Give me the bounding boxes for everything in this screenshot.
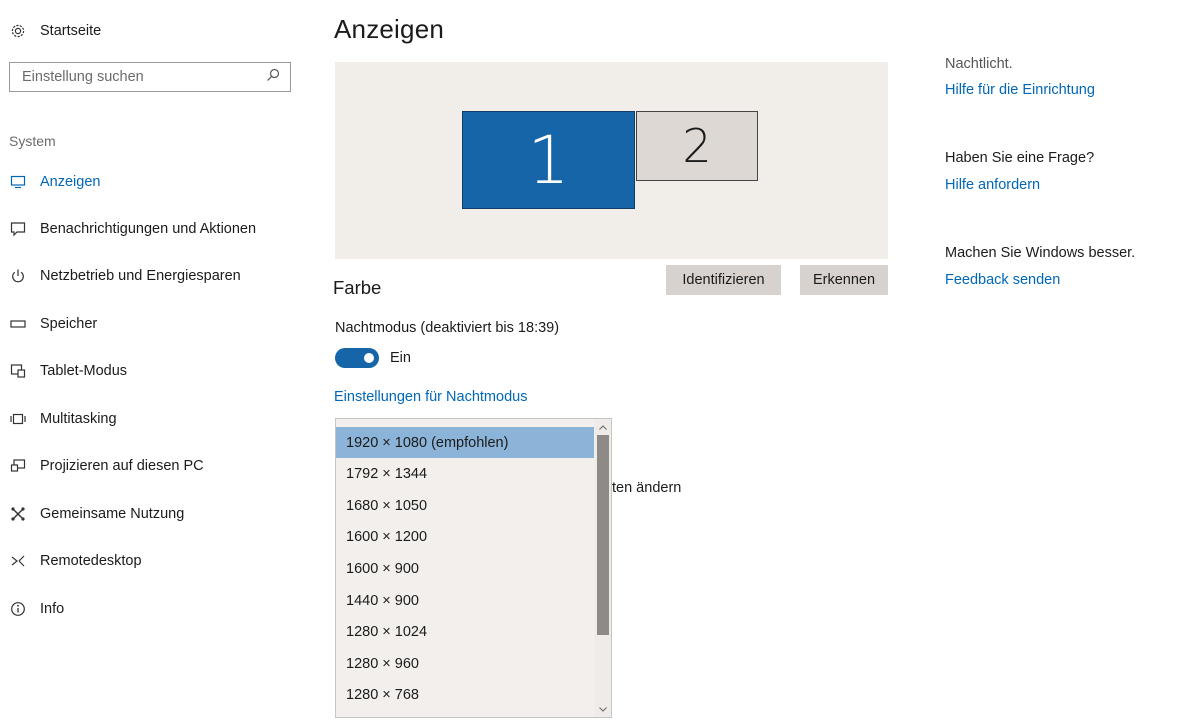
scroll-thumb[interactable] [597,435,609,635]
sidebar-item-benachrichtigungen[interactable]: Benachrichtigungen und Aktionen [8,217,256,241]
resolution-option[interactable]: 1680 × 1050 [336,490,594,521]
sidebar-item-label: Info [40,601,65,617]
sidebar-item-remotedesktop[interactable]: Remotedesktop [8,549,142,573]
resolution-option[interactable]: 1280 × 768 [336,679,594,710]
sidebar-item-netzbetrieb[interactable]: Netzbetrieb und Energiesparen [8,264,241,288]
sidebar-home-label: Startseite [40,23,102,39]
resolution-option[interactable]: 1440 × 900 [336,585,594,616]
question-text: Haben Sie eine Frage? [945,150,1095,166]
storage-icon [8,314,28,334]
resolution-option[interactable]: 1920 × 1080 (empfohlen) [336,427,594,458]
improve-windows-text: Machen Sie Windows besser. [945,245,1136,261]
remote-desktop-icon [8,551,28,571]
toggle-knob [364,353,374,363]
monitor-1-label: 1 [527,121,570,199]
resolution-option[interactable]: 1600 × 1200 [336,521,594,552]
sidebar-item-tablet-modus[interactable]: Tablet-Modus [8,359,127,383]
sidebar-item-label: Projizieren auf diesen PC [40,458,204,474]
monitor-2-label: 2 [682,119,712,173]
resolution-dropdown-list[interactable]: 1920 × 1080 (empfohlen) 1792 × 1344 1680… [335,418,612,718]
sidebar-item-label: Multitasking [40,411,117,427]
get-help-link[interactable]: Hilfe anfordern [945,177,1040,193]
resolution-option[interactable]: 1792 × 1344 [336,458,594,489]
sidebar-item-label: Benachrichtigungen und Aktionen [40,221,257,237]
tablet-mode-icon [8,361,28,381]
sidebar-item-label: Anzeigen [40,174,101,190]
multitasking-icon [8,409,28,429]
sidebar-item-label: Remotedesktop [40,553,142,569]
detect-button[interactable]: Erkennen [800,265,888,295]
scroll-up-icon[interactable] [595,420,611,434]
resolution-option[interactable]: 1600 × 900 [336,553,594,584]
sidebar-item-label: Speicher [40,316,98,332]
search-placeholder: Einstellung suchen [22,69,144,85]
search-icon[interactable] [266,68,280,86]
sidebar-item-label: Gemeinsame Nutzung [40,506,185,522]
page-title: Anzeigen [334,14,445,44]
info-icon [8,599,28,619]
search-input[interactable]: Einstellung suchen [9,62,291,92]
dropdown-scrollbar[interactable] [595,419,611,717]
color-heading: Farbe [333,277,382,298]
sidebar-item-label: Tablet-Modus [40,363,128,379]
notification-icon [8,219,28,239]
night-light-text: Nachtlicht. [945,56,1013,72]
sidebar-item-gemeinsame-nutzung[interactable]: Gemeinsame Nutzung [8,502,184,526]
resolution-option[interactable]: 1280 × 1024 [336,616,594,647]
sidebar-item-anzeigen[interactable]: Anzeigen [8,170,100,194]
night-mode-toggle[interactable] [335,348,379,368]
project-icon [8,456,28,476]
monitor-2[interactable]: 2 [636,111,758,181]
monitor-icon [8,172,28,192]
sidebar-item-projizieren[interactable]: Projizieren auf diesen PC [8,454,204,478]
feedback-link[interactable]: Feedback senden [945,272,1060,288]
share-icon [8,504,28,524]
sidebar-item-label: Netzbetrieb und Energiesparen [40,268,241,284]
night-mode-label: Nachtmodus (deaktiviert bis 18:39) [335,320,560,336]
sidebar-item-multitasking[interactable]: Multitasking [8,407,117,431]
sidebar-item-info[interactable]: Info [8,597,64,621]
night-mode-toggle-state: Ein [390,350,411,366]
night-mode-settings-link[interactable]: Einstellungen für Nachtmodus [334,389,527,405]
power-icon [8,266,28,286]
gear-icon [8,21,28,41]
scaling-change-text: ten ändern [612,480,682,496]
resolution-option[interactable]: 1280 × 960 [336,648,594,679]
monitor-1[interactable]: 1 [462,111,635,209]
sidebar-home[interactable]: Startseite [8,19,101,43]
sidebar-item-speicher[interactable]: Speicher [8,312,97,336]
setup-help-link[interactable]: Hilfe für die Einrichtung [945,82,1095,98]
display-arrangement[interactable]: 1 2 [335,62,888,259]
identify-button[interactable]: Identifizieren [666,265,781,295]
scroll-down-icon[interactable] [595,702,611,716]
sidebar-section-label: System [9,133,56,149]
